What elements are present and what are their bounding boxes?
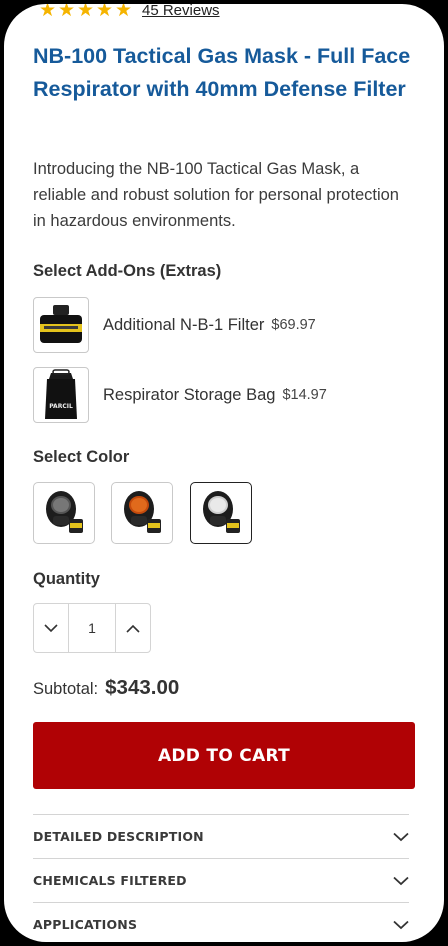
- gas-mask-black-icon: [46, 491, 83, 533]
- decrease-button[interactable]: [34, 604, 68, 652]
- quantity-stepper: 1: [33, 603, 151, 653]
- accordion-applications[interactable]: APPLICATIONS: [33, 903, 409, 942]
- chevron-down-icon: [393, 876, 409, 885]
- gas-mask-clear-icon: [203, 491, 240, 533]
- rating-row: ★ ★ ★ ★ ★ 45 Reviews: [39, 4, 220, 21]
- accordion-detailed-description[interactable]: DETAILED DESCRIPTION: [33, 815, 409, 859]
- screen: ★ ★ ★ ★ ★ 45 Reviews NB-100 Tactical Gas…: [4, 4, 444, 942]
- accordion-label: CHEMICALS FILTERED: [33, 873, 187, 888]
- bag-brand-text: PARCIL: [49, 403, 73, 410]
- accordion-label: DETAILED DESCRIPTION: [33, 829, 204, 844]
- addon-price: $14.97: [282, 387, 327, 403]
- subtotal-label: Subtotal:: [33, 680, 99, 698]
- addon-name: Additional N-B-1 Filter: [103, 315, 265, 334]
- star-icon: ★: [77, 4, 95, 21]
- chevron-up-icon: [126, 624, 140, 633]
- star-icon: ★: [115, 4, 133, 21]
- accordion-label: APPLICATIONS: [33, 917, 138, 932]
- bag-icon: PARCIL: [45, 369, 77, 419]
- add-to-cart-button[interactable]: ADD TO CART: [33, 722, 415, 789]
- chevron-down-icon: [393, 832, 409, 841]
- addon-storage-bag[interactable]: PARCIL Respirator Storage Bag $14.97: [33, 366, 413, 424]
- star-icon: ★: [39, 4, 57, 21]
- increase-button[interactable]: [116, 604, 150, 652]
- addon-price: $69.97: [271, 317, 316, 333]
- quantity-label: Quantity: [33, 570, 100, 588]
- product-accordion: DETAILED DESCRIPTION CHEMICALS FILTERED …: [33, 814, 409, 942]
- star-rating: ★ ★ ★ ★ ★: [39, 4, 134, 21]
- addon-name: Respirator Storage Bag: [103, 385, 276, 404]
- color-swatch-clear[interactable]: [190, 482, 252, 544]
- product-intro: Introducing the NB-100 Tactical Gas Mask…: [33, 160, 399, 230]
- color-label: Select Color: [33, 448, 130, 466]
- addon-filter[interactable]: Additional N-B-1 Filter $69.97: [33, 296, 413, 354]
- accordion-chemicals-filtered[interactable]: CHEMICALS FILTERED: [33, 859, 409, 903]
- product-title: NB-100 Tactical Gas Mask - Full Face Res…: [33, 44, 411, 101]
- gas-mask-orange-icon: [124, 491, 161, 533]
- color-swatch-orange[interactable]: [111, 482, 173, 544]
- filter-thumbnail: [33, 297, 89, 353]
- star-icon: ★: [58, 4, 76, 21]
- chevron-down-icon: [44, 623, 58, 632]
- color-swatch-black[interactable]: [33, 482, 95, 544]
- addons-label: Select Add-Ons (Extras): [33, 262, 222, 280]
- quantity-value[interactable]: 1: [68, 604, 116, 652]
- phone-frame: ★ ★ ★ ★ ★ 45 Reviews NB-100 Tactical Gas…: [0, 0, 448, 946]
- subtotal-value: $343.00: [105, 676, 180, 699]
- filter-icon: [40, 305, 82, 343]
- chevron-down-icon: [393, 920, 409, 929]
- star-icon: ★: [96, 4, 114, 21]
- subtotal: Subtotal: $343.00: [33, 676, 179, 700]
- bag-thumbnail: PARCIL: [33, 367, 89, 423]
- reviews-link[interactable]: 45 Reviews: [142, 4, 220, 19]
